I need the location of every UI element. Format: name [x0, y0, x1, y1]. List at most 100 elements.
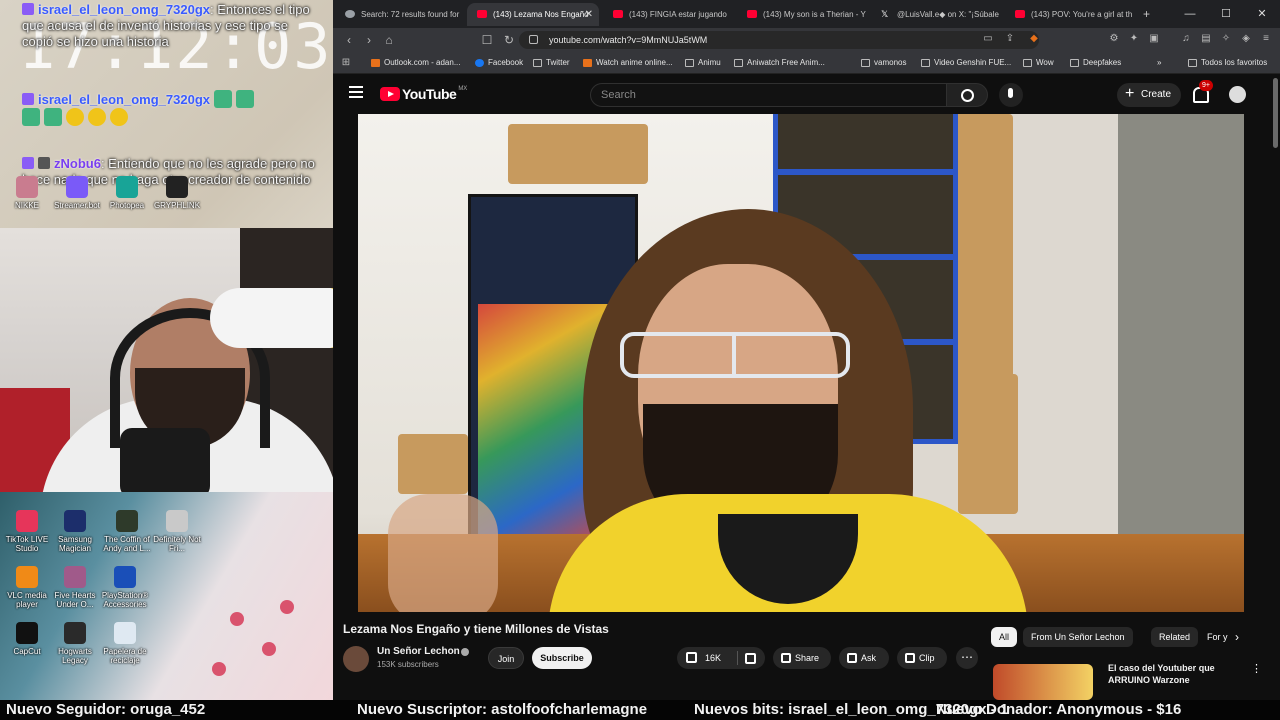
video-title: Lezama Nos Engaño y tiene Millones de Vi…	[343, 622, 609, 636]
bookmark-item[interactable]: Aniwatch Free Anim...	[734, 56, 825, 70]
extension-icon[interactable]: ⚙	[1107, 32, 1121, 46]
youtube-page: YouTubeMX Search Create 9+	[333, 74, 1280, 700]
chevron-right-icon[interactable]: ›	[1235, 630, 1239, 644]
desktop-icon[interactable]: Definitely Not Fri...	[150, 510, 204, 553]
back-icon[interactable]: ‹	[339, 30, 359, 50]
desktop-icon[interactable]: Five Hearts Under O...	[48, 566, 102, 609]
chip-all[interactable]: All	[991, 627, 1018, 647]
desktop-icon[interactable]: PlayStation® Accessories	[98, 566, 152, 609]
more-bookmarks-icon[interactable]: »	[1157, 56, 1161, 70]
like-count[interactable]: 16K	[705, 647, 721, 669]
browser-tab[interactable]: (143) My son is a Therian - Y	[737, 3, 867, 26]
voice-search-icon[interactable]	[999, 83, 1023, 107]
share-icon[interactable]: ⇪	[1003, 32, 1017, 46]
browser-tab[interactable]: (143) FINGIA estar jugando	[603, 3, 733, 26]
music-icon[interactable]: ♫	[1179, 32, 1193, 46]
ai-icon[interactable]: ✧	[1219, 32, 1233, 46]
bookmark-item[interactable]: Outlook.com - adan...	[371, 56, 460, 70]
folder-icon	[1023, 59, 1032, 67]
dislike-icon[interactable]	[745, 653, 756, 664]
channel-avatar[interactable]	[343, 646, 369, 672]
desktop-icon-label: PlayStation® Accessories	[101, 591, 149, 609]
browser-tab[interactable]: (143) POV: You're a girl at th	[1005, 3, 1135, 26]
desktop-icon[interactable]: GRYPHLINK	[150, 176, 204, 210]
vpn-icon[interactable]: ◈	[1239, 32, 1253, 46]
browser-tab[interactable]: Search: 72 results found for	[335, 3, 463, 26]
subscribe-button[interactable]: Subscribe	[532, 647, 592, 669]
desktop-icon[interactable]: Papelera de reciclaje	[98, 622, 152, 665]
more-vertical-icon[interactable]: ⋮	[1251, 662, 1262, 675]
recommended-title[interactable]: El caso del Youtuber que ARRUINO Warzone	[1108, 662, 1238, 686]
chip-from-channel[interactable]: From Un Señor Lechon	[1023, 627, 1133, 647]
desktop-icon-label: Photopea	[109, 201, 145, 210]
bookmark-folder[interactable]: Deepfakes	[1070, 56, 1121, 70]
ask-button[interactable]: Ask	[839, 647, 889, 669]
animu-icon	[685, 59, 694, 67]
channel-name[interactable]: Un Señor Lechon	[377, 646, 460, 657]
search-icon[interactable]	[946, 83, 988, 107]
bookmark-item[interactable]: Twitter	[533, 56, 570, 70]
menu-icon[interactable]: ≡	[1259, 32, 1273, 46]
minimize-icon[interactable]: —	[1172, 0, 1208, 28]
youtube-header: YouTubeMX Search Create 9+	[333, 74, 1280, 114]
bookmark-folder[interactable]: Video Genshin FUE...	[921, 56, 1011, 70]
close-tab-icon[interactable]: ✕	[585, 3, 593, 26]
desktop-icon[interactable]: TikTok LIVE Studio	[0, 510, 54, 553]
desktop-icon[interactable]: Samsung Magician	[48, 510, 102, 553]
scissors-icon	[905, 653, 915, 663]
wallet-icon[interactable]: ▣	[1147, 32, 1161, 46]
clip-button[interactable]: Clip	[897, 647, 947, 669]
video-player[interactable]	[358, 114, 1244, 612]
account-avatar[interactable]	[1229, 86, 1246, 103]
scrollbar[interactable]	[1273, 78, 1278, 148]
chip-related[interactable]: Related	[1151, 627, 1199, 647]
bookmark-folder[interactable]: Wow	[1023, 56, 1054, 70]
address-bar[interactable]: youtube.com/watch?v=9MmNUJa5tWM	[519, 31, 1039, 49]
more-actions-icon[interactable]: ⋯	[956, 647, 978, 669]
home-icon[interactable]: ⌂	[379, 30, 399, 50]
reload-icon[interactable]: ↻	[499, 30, 519, 50]
search-input[interactable]: Search	[590, 83, 946, 107]
hamburger-menu-icon[interactable]	[349, 86, 363, 100]
maximize-icon[interactable]: ☐	[1208, 0, 1244, 28]
search-tab-icon	[345, 10, 355, 18]
app-icon	[116, 176, 138, 198]
desktop-icon[interactable]: Photopea	[100, 176, 154, 210]
site-info-icon[interactable]	[529, 35, 538, 44]
extensions-icon[interactable]: ✦	[1127, 32, 1141, 46]
close-window-icon[interactable]: ✕	[1244, 0, 1280, 28]
apps-grid-icon[interactable]: ⊞	[339, 56, 353, 70]
desktop-icon[interactable]: Streamer.bot	[50, 176, 104, 210]
desktop-icon[interactable]: NIKKE	[0, 176, 54, 210]
forward-icon[interactable]: ›	[359, 30, 379, 50]
sidebar-icon[interactable]: ▤	[1199, 32, 1213, 46]
desktop-icon[interactable]: CapCut	[0, 622, 54, 656]
browser-tab[interactable]: 𝕏 @LuisVall.e◆ on X: "¡Súbale	[871, 3, 1001, 26]
bookmark-folder[interactable]: vamonos	[861, 56, 906, 70]
game-icon	[64, 622, 86, 644]
brave-shield-icon[interactable]: ◆	[1027, 32, 1041, 46]
cast-icon[interactable]: ▭	[981, 32, 995, 46]
bookmark-item[interactable]: Animu	[685, 56, 721, 70]
x-icon	[533, 59, 542, 67]
like-icon[interactable]	[686, 652, 697, 663]
ticker-follower: Nuevo Seguidor: oruga_452	[6, 701, 206, 718]
samsung-magician-icon	[64, 510, 86, 532]
desktop-icon[interactable]: The Coffin of Andy and L...	[100, 510, 154, 553]
bookmark-icon[interactable]: ☐	[477, 30, 497, 50]
recommended-thumbnail[interactable]	[993, 664, 1093, 700]
bookmark-folder[interactable]: Todos los favoritos	[1188, 56, 1267, 70]
share-button[interactable]: Share	[773, 647, 831, 669]
new-tab-button[interactable]: +	[1139, 3, 1159, 26]
desktop-icon[interactable]: Hogwarts Legacy	[48, 622, 102, 665]
create-button[interactable]: Create	[1117, 82, 1181, 107]
app-icon	[66, 176, 88, 198]
bookmark-item[interactable]: Facebook	[475, 56, 523, 70]
bookmark-item[interactable]: Watch anime online...	[583, 56, 673, 70]
chat-badge-icon	[22, 3, 34, 15]
youtube-logo[interactable]: YouTube MX	[380, 86, 467, 102]
join-button[interactable]: Join	[488, 647, 524, 669]
desktop-icon[interactable]: VLC media player	[0, 566, 54, 609]
chip-for-you[interactable]: For y	[1199, 627, 1231, 647]
browser-tab-active[interactable]: (143) Lezama Nos Engañó ✕	[467, 3, 599, 26]
